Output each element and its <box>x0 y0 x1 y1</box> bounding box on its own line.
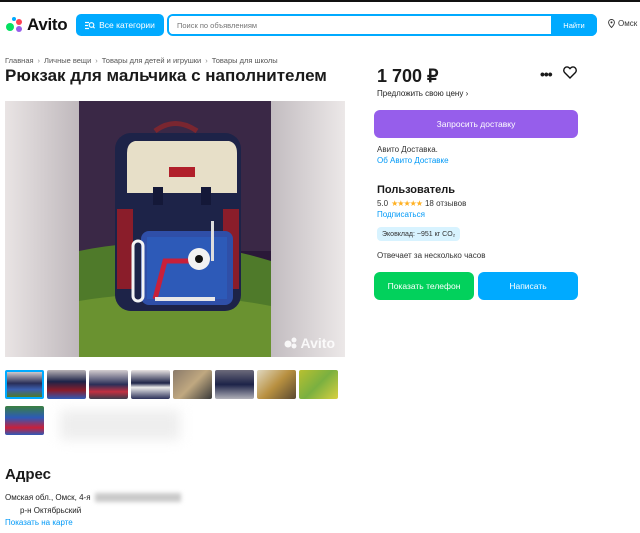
blurred-area <box>60 410 180 440</box>
favorite-heart-icon[interactable] <box>563 66 577 84</box>
subscribe-link[interactable]: Подписаться <box>377 210 425 219</box>
blurred-address <box>94 493 181 503</box>
location-pin-icon <box>608 19 615 28</box>
more-options-icon[interactable]: ••• <box>540 66 553 82</box>
thumbnail[interactable] <box>47 370 86 399</box>
search-input[interactable] <box>169 16 551 34</box>
offer-price-link[interactable]: Предложить свою цену › <box>377 89 468 98</box>
reviews-link[interactable]: 18 отзывов <box>425 199 466 208</box>
breadcrumb-item[interactable]: Главная <box>5 56 34 65</box>
breadcrumb-separator-icon: › <box>95 56 98 65</box>
categories-search-icon <box>85 21 96 29</box>
breadcrumb-separator-icon: › <box>205 56 208 65</box>
delivery-text: Авито Доставка. <box>377 145 438 154</box>
seller-name[interactable]: Пользователь <box>377 184 455 196</box>
logo-dots-icon <box>6 17 24 33</box>
listing-title: Рюкзак для мальчика с наполнителем <box>5 66 327 85</box>
show-on-map-link[interactable]: Показать на карте <box>5 518 73 527</box>
all-categories-button[interactable]: Все категории <box>76 14 164 36</box>
show-phone-button[interactable]: Показать телефон <box>374 272 474 300</box>
avito-logo[interactable]: Avito <box>6 15 68 35</box>
thumbnail[interactable] <box>257 370 296 399</box>
breadcrumb-separator-icon: › <box>37 56 41 65</box>
thumbnail[interactable] <box>5 370 44 399</box>
search-bar: Найти <box>167 14 597 36</box>
delivery-info-link[interactable]: Об Авито Доставке <box>377 156 449 165</box>
watermark-dots-icon <box>284 337 297 349</box>
chevron-right-icon: › <box>465 89 469 98</box>
thumbnail[interactable] <box>5 406 44 435</box>
reply-time: Отвечает за несколько часов <box>377 251 486 260</box>
location-label: Омск <box>618 19 638 28</box>
breadcrumb: Главная › Личные вещи › Товары для детей… <box>5 56 278 65</box>
rating-stars-icon: ★★★★★ <box>391 199 423 208</box>
location-selector[interactable]: Омск <box>608 19 637 28</box>
main-photo[interactable]: Avito <box>5 101 345 357</box>
rating-value: 5.0 <box>377 199 389 208</box>
logo-text: Avito <box>27 15 68 34</box>
write-message-button[interactable]: Написать <box>478 272 578 300</box>
eco-badge[interactable]: Эковклад: ~951 кг CO₂ <box>377 227 461 241</box>
address-district: р-н Октябрьский <box>20 506 82 515</box>
address-line: Омская обл., Омск, 4-я <box>5 493 181 503</box>
all-categories-label: Все категории <box>99 20 155 30</box>
request-delivery-button[interactable]: Запросить доставку <box>374 110 578 138</box>
address-heading: Адрес <box>5 466 52 483</box>
breadcrumb-item[interactable]: Товары для детей и игрушки <box>102 56 201 65</box>
thumbnail[interactable] <box>173 370 212 399</box>
thumbnail[interactable] <box>131 370 170 399</box>
breadcrumb-item[interactable]: Товары для школы <box>212 56 278 65</box>
thumbnail[interactable] <box>215 370 254 399</box>
seller-rating: 5.0 ★★★★★ 18 отзывов <box>377 199 466 208</box>
breadcrumb-item[interactable]: Личные вещи <box>44 56 91 65</box>
search-button[interactable]: Найти <box>551 14 597 36</box>
top-border <box>0 0 640 2</box>
thumbnail[interactable] <box>89 370 128 399</box>
backpack-photo <box>5 101 345 357</box>
thumbnail[interactable] <box>299 370 338 399</box>
avito-watermark: Avito <box>284 335 335 351</box>
price: 1 700 ₽ <box>377 66 439 86</box>
